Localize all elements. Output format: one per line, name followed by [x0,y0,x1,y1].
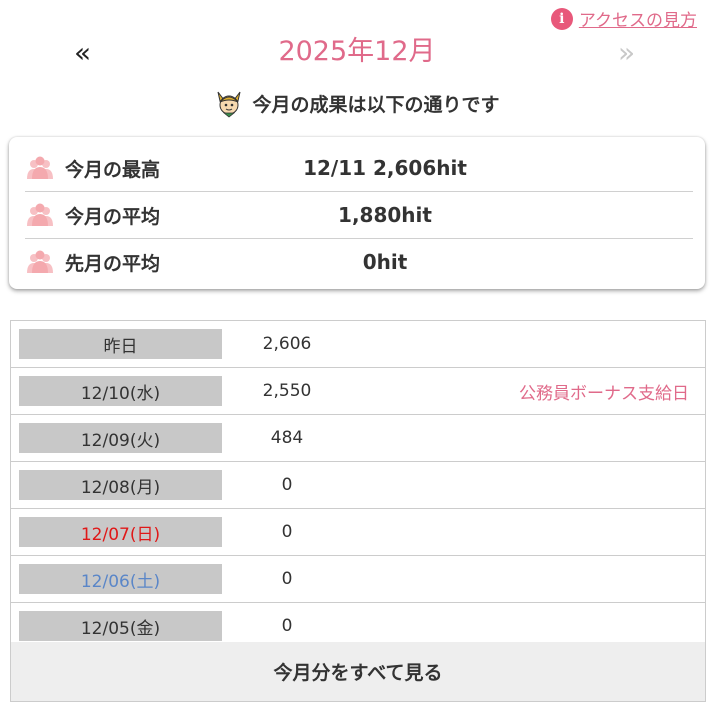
summary-label: 今月の最高 [65,158,161,181]
summary-row: 先月の平均 0hit [25,239,693,285]
next-month-button[interactable]: » [618,35,635,71]
summary-value: 0hit [362,250,408,274]
info-icon: i [550,7,573,30]
day-note: 公務員ボーナス支給日 [519,383,689,404]
results-subtitle-text: 今月の成果は以下の通りです [252,93,500,116]
day-label: 12/06(土) [19,564,222,594]
mascot-icon [217,91,241,118]
summary-row: 今月の最高 12/11 2,606hit [25,145,693,192]
day-label: 12/09(火) [19,423,222,453]
summary-value: 12/11 2,606hit [303,156,467,180]
summary-card: 今月の最高 12/11 2,606hit 今月の平均 1,880hit 先月の平… [9,137,705,289]
daily-access-table: 昨日 2,606 12/10(水) 2,550 公務員ボーナス支給日 12/09… [10,320,706,650]
table-row: 12/06(土) 0 [11,556,705,603]
summary-label: 先月の平均 [65,252,161,275]
day-hit-value: 2,550 [262,381,312,401]
day-hit-value: 0 [281,475,293,495]
day-hit-value: 0 [281,522,293,542]
day-hit-value: 2,606 [262,334,312,354]
summary-row: 今月の平均 1,880hit [25,192,693,239]
table-row: 昨日 2,606 [11,321,705,368]
day-hit-value: 0 [281,569,293,589]
day-hit-value: 484 [270,428,304,448]
summary-value: 1,880hit [338,203,432,227]
table-row: 12/10(水) 2,550 公務員ボーナス支給日 [11,368,705,415]
access-help-link[interactable]: i アクセスの見方 [550,6,697,31]
access-page: i アクセスの見方 « 2025年12月 » 今月の成果は以下の通りです 今月の… [0,0,722,702]
day-label: 12/10(水) [19,376,222,406]
day-label: 12/07(日) [19,517,222,547]
people-icon [27,250,53,273]
summary-label: 今月の平均 [65,205,161,228]
access-help-label[interactable]: アクセスの見方 [579,6,697,31]
month-navigation: « 2025年12月 » [0,32,722,74]
day-label: 昨日 [19,329,222,359]
table-row: 12/07(日) 0 [11,509,705,556]
day-label: 12/08(月) [19,470,222,500]
results-subtitle: 今月の成果は以下の通りです [0,88,714,118]
month-title: 2025年12月 [278,36,436,67]
people-icon [27,156,53,179]
see-all-month-button[interactable]: 今月分をすべて見る [10,642,706,702]
people-icon [27,203,53,226]
table-row: 12/09(火) 484 [11,415,705,462]
day-label: 12/05(金) [19,611,222,641]
table-row: 12/08(月) 0 [11,462,705,509]
